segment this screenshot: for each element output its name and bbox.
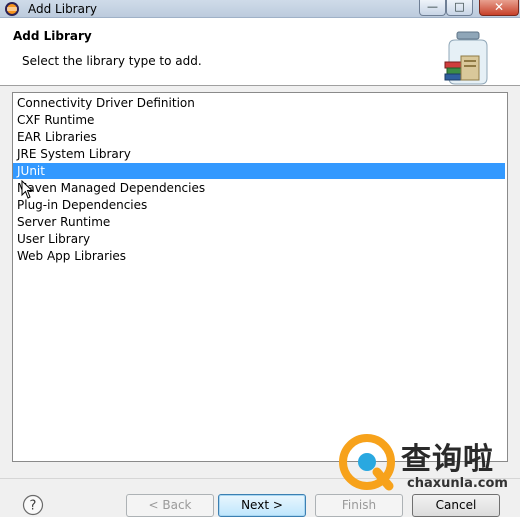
- cancel-button[interactable]: Cancel: [412, 494, 500, 517]
- list-item-selected[interactable]: JUnit: [13, 163, 505, 179]
- library-type-list[interactable]: Connectivity Driver Definition CXF Runti…: [12, 92, 508, 462]
- minimize-icon: —: [427, 0, 438, 13]
- library-jar-icon: [444, 31, 488, 85]
- help-glyph: ?: [30, 499, 37, 514]
- watermark-text: 查询啦: [401, 442, 494, 477]
- back-button[interactable]: < Back: [126, 494, 214, 517]
- list-item[interactable]: Connectivity Driver Definition: [13, 95, 505, 111]
- minimize-button[interactable]: —: [419, 0, 446, 16]
- page-title: Add Library: [13, 29, 92, 43]
- title-bar[interactable]: Add Library — □ ✕: [0, 0, 520, 18]
- list-item[interactable]: CXF Runtime: [13, 112, 505, 128]
- close-icon: ✕: [493, 0, 505, 14]
- list-item[interactable]: EAR Libraries: [13, 129, 505, 145]
- mouse-cursor-icon: [21, 180, 33, 199]
- finish-button[interactable]: Finish: [315, 494, 403, 517]
- window-title: Add Library: [28, 2, 98, 16]
- close-button[interactable]: ✕: [479, 0, 519, 16]
- watermark-logo-icon: [339, 434, 395, 491]
- list-item[interactable]: Web App Libraries: [13, 248, 505, 264]
- watermark-url: chaxunla.com: [407, 476, 508, 491]
- wizard-header: Add Library Select the library type to a…: [0, 18, 520, 86]
- eclipse-app-icon: [5, 2, 19, 16]
- maximize-button[interactable]: □: [446, 0, 473, 16]
- list-item[interactable]: JRE System Library: [13, 146, 505, 162]
- list-item[interactable]: User Library: [13, 231, 505, 247]
- list-item[interactable]: Maven Managed Dependencies: [13, 180, 505, 196]
- next-button[interactable]: Next >: [218, 494, 306, 517]
- page-description: Select the library type to add.: [22, 54, 202, 68]
- watermark: 查询啦 chaxunla.com: [337, 428, 517, 494]
- help-icon[interactable]: ?: [22, 494, 44, 516]
- list-item[interactable]: Plug-in Dependencies: [13, 197, 505, 213]
- list-item[interactable]: Server Runtime: [13, 214, 505, 230]
- maximize-icon: □: [454, 0, 465, 13]
